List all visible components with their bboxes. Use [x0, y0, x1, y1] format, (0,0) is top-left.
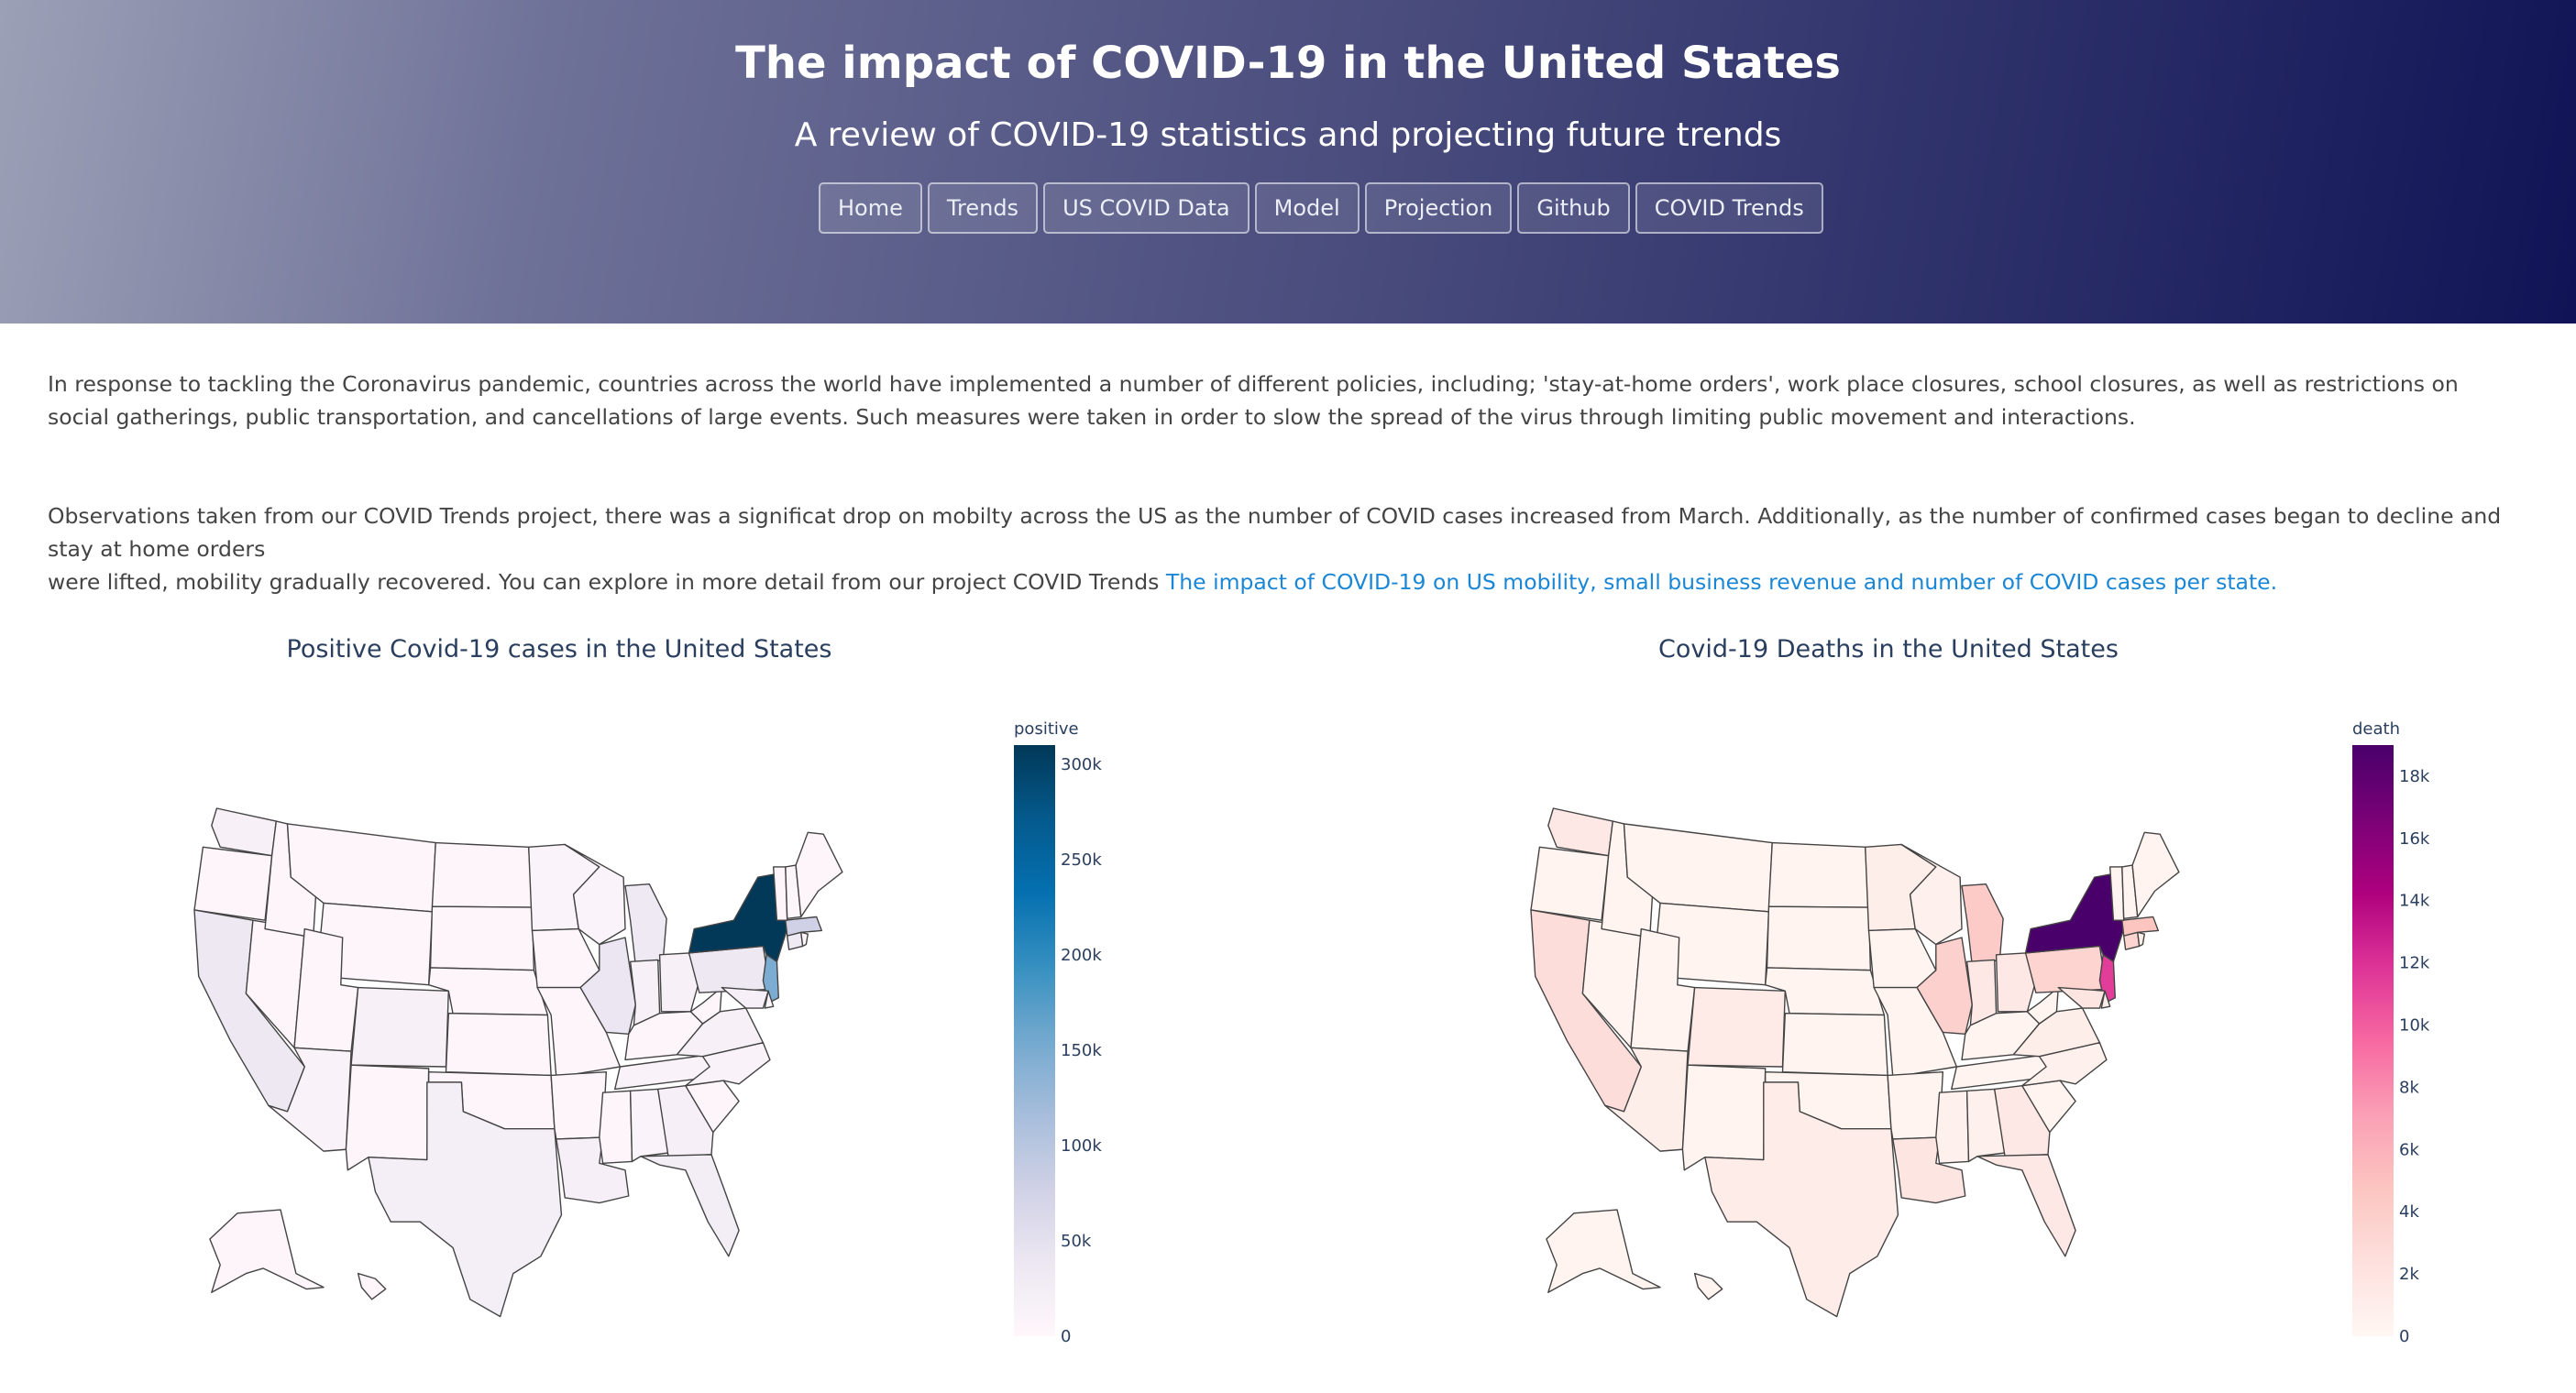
colorbar-tick: 4k	[2399, 1202, 2419, 1222]
colorbar-tick: 0	[2399, 1327, 2409, 1346]
state-ak[interactable]	[1546, 1209, 1661, 1293]
colorbar-title: death	[2352, 719, 2400, 739]
state-me[interactable]	[2131, 831, 2180, 918]
colorbar-tick: 2k	[2399, 1265, 2419, 1284]
state-ks[interactable]	[1781, 1013, 1888, 1077]
state-ar[interactable]	[1887, 1070, 1944, 1140]
state-ri[interactable]	[2137, 931, 2145, 948]
state-co[interactable]	[1687, 986, 1787, 1068]
state-nm[interactable]	[1681, 1064, 1767, 1171]
state-or[interactable]	[1530, 846, 1610, 921]
state-ms[interactable]	[1935, 1090, 1970, 1164]
state-ny[interactable]	[2024, 872, 2125, 963]
state-sd[interactable]	[1766, 905, 1872, 971]
colorbar-tick: 16k	[2399, 829, 2430, 849]
colorbar-tick: 12k	[2399, 954, 2430, 973]
state-wa[interactable]	[1547, 807, 1614, 857]
state-nd[interactable]	[1767, 841, 1870, 908]
colorbar-tick: 6k	[2399, 1140, 2419, 1159]
colorbar-tick: 8k	[2399, 1078, 2419, 1097]
state-mi[interactable]	[1961, 883, 2004, 966]
deaths-map: death 0 2k 4k 6k 8k 10k 12k 14k 16k 18k	[1530, 719, 2430, 1346]
colorbar	[2352, 745, 2394, 1336]
colorbar-tick: 10k	[2399, 1016, 2430, 1036]
state-hi[interactable]	[1693, 1272, 1723, 1300]
state-md[interactable]	[2057, 986, 2106, 1009]
colorbar-tick: 18k	[2399, 767, 2430, 786]
state-fl[interactable]	[1976, 1154, 2076, 1257]
colorbar-tick: 14k	[2399, 892, 2430, 911]
state-pa[interactable]	[2024, 945, 2108, 993]
